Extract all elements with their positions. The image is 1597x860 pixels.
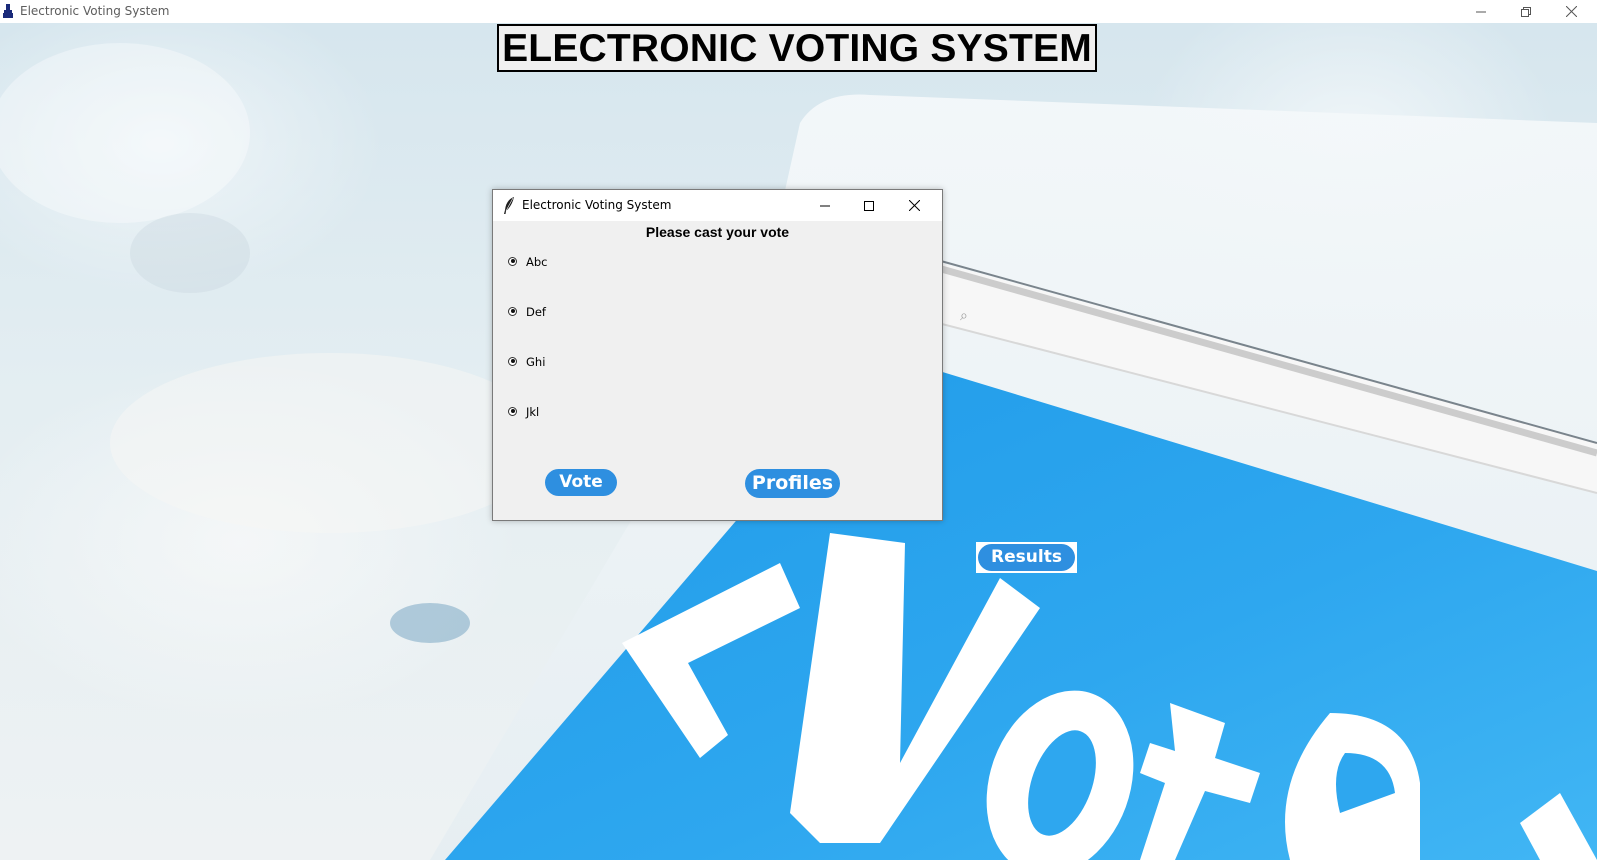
restore-button[interactable]: [1504, 0, 1548, 23]
app-window: ⌕ Electronic Voting System ELECTRONIC VO…: [0, 0, 1597, 860]
candidate-option-def[interactable]: Def: [508, 303, 546, 321]
main-window-title: Electronic Voting System: [20, 4, 170, 18]
dialog-titlebar: Electronic Voting System: [493, 190, 942, 221]
candidate-option-abc[interactable]: Abc: [508, 253, 548, 271]
dialog-close-button[interactable]: [892, 190, 936, 221]
vote-prompt: Please cast your vote: [645, 224, 790, 240]
results-button-frame: Results: [976, 542, 1077, 573]
results-button[interactable]: Results: [978, 544, 1075, 571]
vote-dialog: Electronic Voting System Please cast you…: [492, 189, 943, 521]
search-icon: ⌕: [960, 308, 968, 324]
close-button[interactable]: [1549, 0, 1593, 23]
candidate-label: Abc: [526, 255, 548, 269]
main-titlebar: Electronic Voting System: [0, 0, 1597, 23]
vote-button[interactable]: Vote: [545, 469, 617, 496]
restore-icon: [1521, 6, 1531, 17]
dialog-title: Electronic Voting System: [522, 198, 672, 212]
candidate-option-jkl[interactable]: Jkl: [508, 403, 539, 421]
dialog-maximize-button[interactable]: [847, 190, 891, 221]
maximize-icon: [864, 200, 874, 211]
candidate-option-ghi[interactable]: Ghi: [508, 353, 545, 371]
app-icon: [3, 4, 13, 18]
radio-icon[interactable]: [508, 256, 517, 266]
minimize-icon: [1476, 11, 1486, 12]
close-icon: [908, 200, 920, 211]
feather-icon: [504, 197, 514, 214]
profiles-button[interactable]: Profiles: [745, 469, 840, 498]
candidate-label: Ghi: [526, 355, 546, 369]
dialog-minimize-button[interactable]: [803, 190, 847, 221]
radio-icon[interactable]: [508, 306, 517, 316]
close-icon: [1565, 6, 1577, 17]
minimize-icon: [820, 205, 830, 206]
minimize-button[interactable]: [1459, 0, 1503, 23]
candidate-label: Def: [526, 305, 546, 319]
radio-icon[interactable]: [508, 356, 517, 366]
candidate-label: Jkl: [526, 405, 540, 419]
radio-icon[interactable]: [508, 406, 517, 416]
page-heading: ELECTRONIC VOTING SYSTEM: [497, 24, 1097, 72]
